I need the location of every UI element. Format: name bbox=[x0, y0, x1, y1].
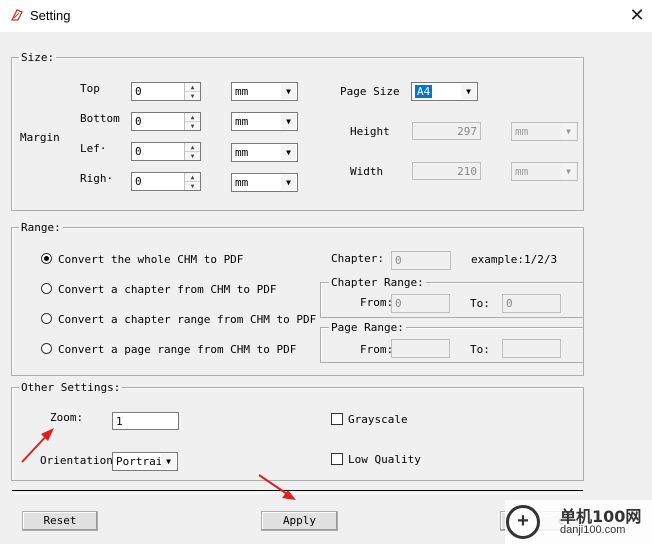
margin-right-unit-value: mm bbox=[235, 176, 249, 189]
radio-chapter-label[interactable]: Convert a chapter from CHM to PDF bbox=[58, 283, 277, 296]
page-range-legend: Page Range: bbox=[329, 321, 406, 334]
watermark-en-text: danji100.com bbox=[560, 524, 626, 536]
chevron-down-icon[interactable]: ▼ bbox=[161, 454, 176, 469]
margin-top-unit-select[interactable]: mm ▼ bbox=[231, 82, 298, 101]
spin-down-icon[interactable]: ▼ bbox=[185, 182, 200, 191]
page-from-input bbox=[391, 339, 450, 358]
annotation-arrow-icon bbox=[258, 474, 296, 500]
low-quality-checkbox[interactable] bbox=[331, 453, 343, 465]
margin-left-unit-select[interactable]: mm ▼ bbox=[231, 143, 298, 162]
chapter-to-input: 0 bbox=[502, 294, 561, 313]
margin-left-input[interactable]: 0 ▲ ▼ bbox=[131, 142, 201, 161]
chapter-from-label: From: bbox=[360, 296, 394, 309]
orientation-select[interactable]: Portrait ▼ bbox=[112, 452, 178, 471]
margin-left-unit-value: mm bbox=[235, 146, 249, 159]
margin-right-label: Righ· bbox=[80, 172, 114, 185]
chapter-to-label: To: bbox=[470, 297, 490, 310]
range-legend: Range: bbox=[19, 221, 63, 234]
annotation-arrow-icon bbox=[21, 428, 54, 463]
radio-chapter-range-label[interactable]: Convert a chapter range from CHM to PDF bbox=[58, 313, 316, 326]
chevron-down-icon[interactable]: ▼ bbox=[281, 175, 296, 190]
margin-right-spinner[interactable]: ▲ ▼ bbox=[184, 173, 200, 190]
chapter-example: example:1/2/3 bbox=[471, 253, 558, 266]
chevron-down-icon[interactable]: ▼ bbox=[281, 84, 296, 99]
height-value: 297 bbox=[457, 125, 477, 138]
height-label: Height bbox=[350, 125, 390, 138]
margin-top-unit-value: mm bbox=[235, 85, 249, 98]
margin-bottom-input[interactable]: 0 ▲ ▼ bbox=[131, 112, 201, 131]
page-from-label: From: bbox=[360, 343, 394, 356]
page-to-input bbox=[502, 339, 561, 358]
grayscale-label[interactable]: Grayscale bbox=[348, 413, 408, 426]
spin-down-icon[interactable]: ▼ bbox=[185, 122, 200, 131]
radio-chapter[interactable] bbox=[41, 283, 52, 294]
radio-whole-chm[interactable] bbox=[41, 253, 52, 264]
chapter-label: Chapter: bbox=[331, 252, 384, 265]
width-input: 210 bbox=[412, 162, 481, 180]
margin-bottom-value: 0 bbox=[135, 115, 142, 128]
margin-left-value: 0 bbox=[135, 145, 142, 158]
close-icon[interactable]: ✕ bbox=[626, 4, 648, 26]
radio-chapter-range[interactable] bbox=[41, 313, 52, 324]
app-icon bbox=[10, 9, 23, 21]
margin-left-spinner[interactable]: ▲ ▼ bbox=[184, 143, 200, 160]
margin-bottom-label: Bottom bbox=[80, 112, 120, 125]
spin-up-icon[interactable]: ▲ bbox=[185, 113, 200, 122]
margin-top-value: 0 bbox=[135, 85, 142, 98]
spin-down-icon[interactable]: ▼ bbox=[185, 92, 200, 101]
reset-button[interactable]: Reset bbox=[22, 511, 98, 531]
low-quality-label[interactable]: Low Quality bbox=[348, 453, 421, 466]
spin-down-icon[interactable]: ▼ bbox=[185, 152, 200, 161]
page-to-label: To: bbox=[470, 343, 490, 356]
other-settings-legend: Other Settings: bbox=[19, 381, 123, 394]
width-unit-value: mm bbox=[515, 165, 529, 178]
zoom-input[interactable]: 1 bbox=[112, 412, 179, 430]
margin-top-label: Top bbox=[80, 82, 100, 95]
zoom-value: 1 bbox=[116, 415, 123, 428]
width-unit-select: mm ▼ bbox=[511, 162, 578, 181]
apply-button[interactable]: Apply bbox=[261, 511, 338, 531]
margin-bottom-unit-value: mm bbox=[235, 115, 249, 128]
height-unit-value: mm bbox=[515, 125, 529, 138]
chevron-down-icon: ▼ bbox=[561, 164, 576, 179]
chapter-from-input: 0 bbox=[391, 294, 450, 313]
radio-whole-chm-label[interactable]: Convert the whole CHM to PDF bbox=[58, 253, 243, 266]
margin-label: Margin bbox=[20, 131, 60, 144]
size-legend: Size: bbox=[19, 51, 57, 64]
margin-right-unit-select[interactable]: mm ▼ bbox=[231, 173, 298, 192]
title-bar bbox=[0, 0, 652, 32]
plus-icon: + bbox=[517, 510, 529, 532]
spin-up-icon[interactable]: ▲ bbox=[185, 173, 200, 182]
height-unit-select: mm ▼ bbox=[511, 122, 578, 141]
margin-top-spinner[interactable]: ▲ ▼ bbox=[184, 83, 200, 100]
radio-page-range-label[interactable]: Convert a page range from CHM to PDF bbox=[58, 343, 296, 356]
chapter-input: 0 bbox=[391, 251, 451, 270]
margin-right-input[interactable]: 0 ▲ ▼ bbox=[131, 172, 201, 191]
margin-left-label: Lef· bbox=[80, 142, 107, 155]
spin-up-icon[interactable]: ▲ bbox=[185, 83, 200, 92]
chevron-down-icon[interactable]: ▼ bbox=[461, 84, 476, 99]
page-size-label: Page Size bbox=[340, 85, 400, 98]
chapter-to-value: 0 bbox=[506, 297, 513, 310]
margin-right-value: 0 bbox=[135, 175, 142, 188]
chevron-down-icon[interactable]: ▼ bbox=[281, 145, 296, 160]
height-input: 297 bbox=[412, 122, 481, 140]
margin-bottom-unit-select[interactable]: mm ▼ bbox=[231, 112, 298, 131]
width-label: Width bbox=[350, 165, 384, 178]
spin-up-icon[interactable]: ▲ bbox=[185, 143, 200, 152]
margin-bottom-spinner[interactable]: ▲ ▼ bbox=[184, 113, 200, 130]
window-title: Setting bbox=[30, 8, 71, 23]
chapter-value: 0 bbox=[395, 254, 402, 267]
grayscale-checkbox[interactable] bbox=[331, 413, 343, 425]
zoom-label: Zoom: bbox=[50, 411, 84, 424]
chapter-range-legend: Chapter Range: bbox=[329, 276, 426, 289]
page-size-value: A4 bbox=[415, 85, 433, 98]
page-size-select[interactable]: A4 ▼ bbox=[411, 82, 478, 101]
margin-top-input[interactable]: 0 ▲ ▼ bbox=[131, 82, 201, 101]
radio-page-range[interactable] bbox=[41, 343, 52, 354]
width-value: 210 bbox=[457, 165, 477, 178]
chapter-from-value: 0 bbox=[395, 297, 402, 310]
chevron-down-icon: ▼ bbox=[561, 124, 576, 139]
chevron-down-icon[interactable]: ▼ bbox=[281, 114, 296, 129]
